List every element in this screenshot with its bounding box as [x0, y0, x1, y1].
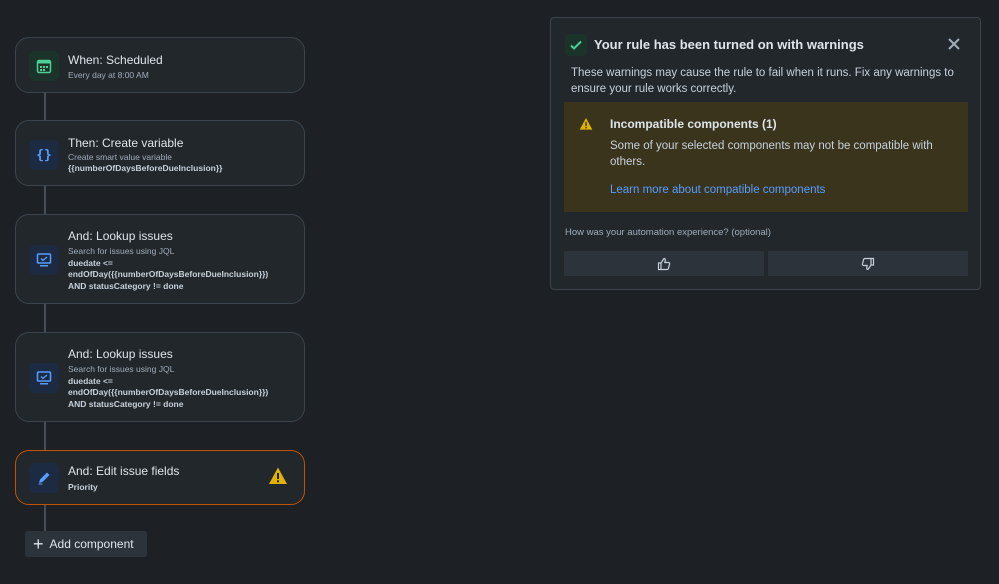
- flow-connector: [44, 304, 46, 332]
- step-subtitle: Create smart value variable: [68, 152, 172, 162]
- trigger-card-scheduled[interactable]: When: Scheduled Every day at 8:00 AM: [15, 37, 305, 93]
- warning-icon: [579, 117, 593, 136]
- compatible-components-link[interactable]: Learn more about compatible components: [610, 184, 825, 196]
- warning-icon[interactable]: [268, 466, 288, 486]
- thumbs-down-icon: [861, 257, 875, 270]
- flow-connector: [44, 422, 46, 450]
- step-subtitle: Every day at 8:00 AM: [68, 70, 149, 80]
- step-subtitle: Search for issues using JQL: [68, 246, 175, 256]
- thumbs-down-button[interactable]: [768, 251, 968, 276]
- feedback-question: How was your automation experience? (opt…: [565, 227, 771, 238]
- flag-description: These warnings may cause the rule to fai…: [571, 67, 954, 95]
- close-icon[interactable]: [946, 36, 962, 52]
- action-card-lookup-issues[interactable]: And: Lookup issues Search for issues usi…: [15, 214, 305, 304]
- step-title: And: Lookup issues: [68, 229, 173, 243]
- braces-icon: {}: [29, 140, 59, 170]
- flag-title: Your rule has been turned on with warnin…: [594, 37, 864, 52]
- jql-line: duedate <=: [68, 258, 113, 268]
- warning-flag: Your rule has been turned on with warnin…: [550, 17, 981, 290]
- warning-title: Incompatible components (1): [610, 117, 777, 131]
- thumbs-up-icon: [657, 257, 671, 270]
- plus-icon: +: [33, 534, 44, 554]
- add-component-label: Add component: [49, 537, 134, 551]
- warning-description: Some of your selected components may not…: [610, 140, 933, 168]
- action-card-edit-issue-fields[interactable]: And: Edit issue fields Priority: [15, 450, 305, 505]
- jql-line: duedate <=: [68, 376, 113, 386]
- jql-line: AND statusCategory != done: [68, 399, 184, 409]
- pencil-icon: [29, 463, 59, 493]
- incompatible-components-warning: Incompatible components (1) Some of your…: [564, 102, 968, 212]
- check-icon: [565, 34, 587, 56]
- jql-line: endOfDay({{numberOfDaysBeforeDueInclusio…: [68, 387, 269, 397]
- flow-connector: [44, 505, 46, 532]
- jql-line: endOfDay({{numberOfDaysBeforeDueInclusio…: [68, 269, 269, 279]
- jql-line: AND statusCategory != done: [68, 281, 184, 291]
- action-card-lookup-issues[interactable]: And: Lookup issues Search for issues usi…: [15, 332, 305, 422]
- add-component-button[interactable]: + Add component: [25, 531, 147, 557]
- step-title: When: Scheduled: [68, 53, 163, 67]
- monitor-icon: [29, 363, 59, 393]
- step-detail: Priority: [68, 482, 98, 492]
- step-title: And: Edit issue fields: [68, 464, 180, 478]
- calendar-icon: [29, 51, 59, 81]
- step-detail: {{numberOfDaysBeforeDueInclusion}}: [68, 163, 223, 173]
- flow-connector: [44, 93, 46, 120]
- thumbs-up-button[interactable]: [564, 251, 764, 276]
- monitor-icon: [29, 245, 59, 275]
- step-title: And: Lookup issues: [68, 347, 173, 361]
- flow-connector: [44, 186, 46, 214]
- action-card-create-variable[interactable]: {} Then: Create variable Create smart va…: [15, 120, 305, 186]
- step-subtitle: Search for issues using JQL: [68, 364, 175, 374]
- step-title: Then: Create variable: [68, 136, 184, 150]
